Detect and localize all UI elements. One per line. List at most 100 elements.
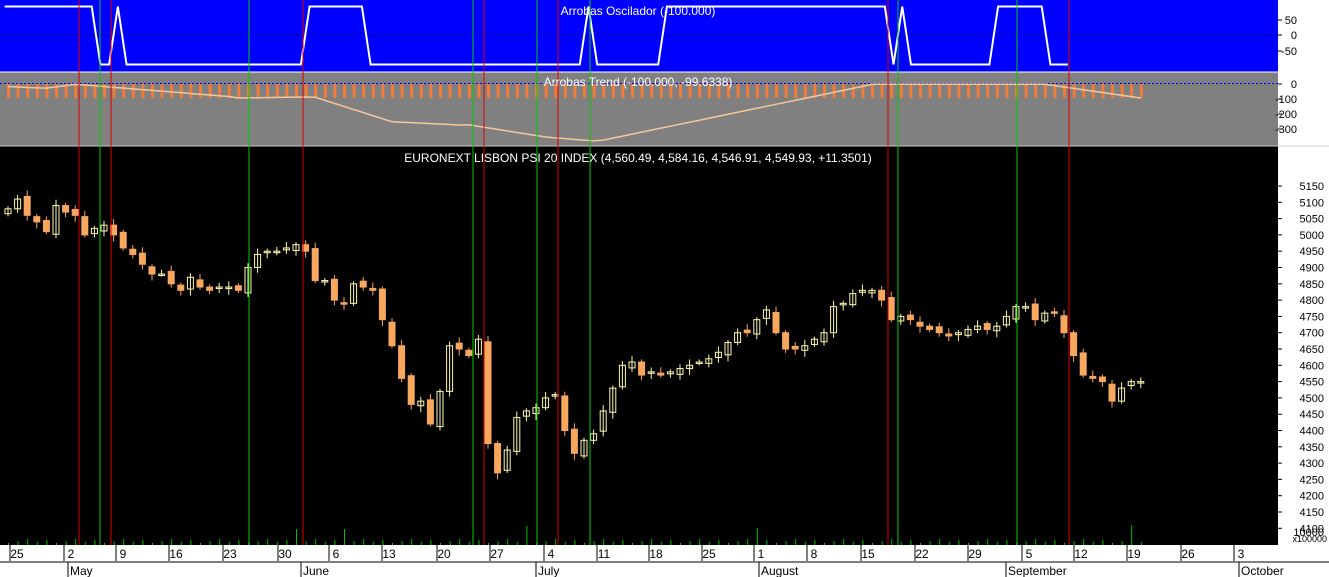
volume-bar [1073,541,1075,545]
x-day-label: 2 [68,547,75,561]
volume-bar [1044,542,1046,545]
volume-bar [900,542,902,545]
x-day-label: 11 [598,547,611,561]
x-day-label: 8 [811,547,818,561]
trend-bar [515,84,519,98]
volume-bar [507,539,509,545]
x-day-label: 3 [1238,547,1245,561]
candle-body [62,205,70,213]
volume-bar [468,542,470,545]
volume-bar [104,543,105,545]
volume-bar [526,526,528,545]
trend-bar [122,84,126,98]
trend-bar [736,84,740,98]
volume-bar [852,542,854,545]
volume-bar [296,529,297,545]
candle-body [148,266,156,275]
candle-body [359,280,367,288]
volume-bar [593,541,595,545]
candle-body [196,279,204,288]
volume-bar [286,540,288,545]
volume-bar [123,539,125,545]
candle-body [138,252,146,265]
trend-bar [1072,84,1076,98]
volume-bar [56,543,57,545]
volume-bar [1006,540,1008,545]
trend-bar [295,84,298,98]
price-tick-label: 5150 [1300,181,1324,193]
price-tick-label: 5050 [1300,214,1324,226]
candle-body [378,288,386,321]
oscillator-title: Arrobas Oscilador (-100.000) [561,4,716,18]
trend-bar [1005,84,1009,98]
candle-body [129,248,137,255]
volume-bar [958,540,960,545]
volume-bar [574,540,576,545]
volume-bar [699,539,701,545]
price-tick-label: 4300 [1300,458,1324,470]
trend-bar [448,84,452,98]
candle-body [167,270,175,285]
volume-bar [315,539,317,545]
x-day-label: 25 [10,547,24,561]
volume-bar [497,541,499,545]
candle-body [983,323,991,330]
volume-bar [862,540,864,545]
candle-body [906,314,914,321]
price-tick-label: 4850 [1300,279,1324,291]
price-tick-label: 4600 [1300,360,1324,372]
trend-bar [986,84,990,98]
volume-bar [776,543,777,545]
trend-bar [362,84,366,98]
x-month-label: August [761,564,799,577]
volume-bar [718,540,720,545]
volume-bar [737,541,739,545]
price-tick-label: 4350 [1300,442,1324,454]
trend-bar [256,84,260,98]
volume-bar [353,541,355,545]
trend-bar [755,84,759,98]
trend-bar [525,84,529,98]
chart-canvas: Arrobas Oscilador (-100.000) Arrobas Tre… [0,0,1329,577]
candle-body [33,216,41,223]
volume-bar [1112,543,1113,545]
candle-body [484,341,492,445]
volume-bar [171,539,173,545]
volume-bar [891,539,893,545]
trend-bar [967,84,970,98]
trend-bar [775,84,778,98]
trend-bar [199,84,202,98]
volume-bar [200,543,201,545]
volume-bar [833,541,835,545]
trend-tick-label: -100 [1275,94,1297,106]
volume-bar [142,540,144,545]
volume-bar [881,541,883,545]
price-tick-label: 4900 [1300,263,1324,275]
price-tick-label: 4450 [1300,409,1324,421]
volume-bar [1102,540,1104,545]
trend-title: Arrobas Trend (-100.000, -99.6338) [544,75,733,89]
price-tick-label: 4400 [1300,426,1324,438]
trend-bar [1139,84,1143,98]
x-day-label: 12 [1074,547,1088,561]
trend-bar [487,84,490,98]
volume-bar [334,540,336,545]
volume-bar [324,542,326,545]
volume-bar [372,542,374,545]
candle-body [638,361,646,376]
trend-bar [784,84,788,98]
volume-bar [708,542,710,545]
trend-bar [429,84,433,98]
price-tick-label: 4650 [1300,344,1324,356]
trend-bar [400,84,404,98]
candle-body [455,342,463,350]
volume-bar [459,539,461,545]
trend-bar [919,84,922,98]
volume-bar [75,539,77,545]
candle-body [398,345,406,379]
price-tick-label: 4750 [1300,311,1324,323]
chart-window: Arrobas Oscilador (-100.000) Arrobas Tre… [0,0,1329,577]
trend-bar [391,84,394,98]
volume-bar [132,542,134,545]
volume-bar [17,541,19,545]
